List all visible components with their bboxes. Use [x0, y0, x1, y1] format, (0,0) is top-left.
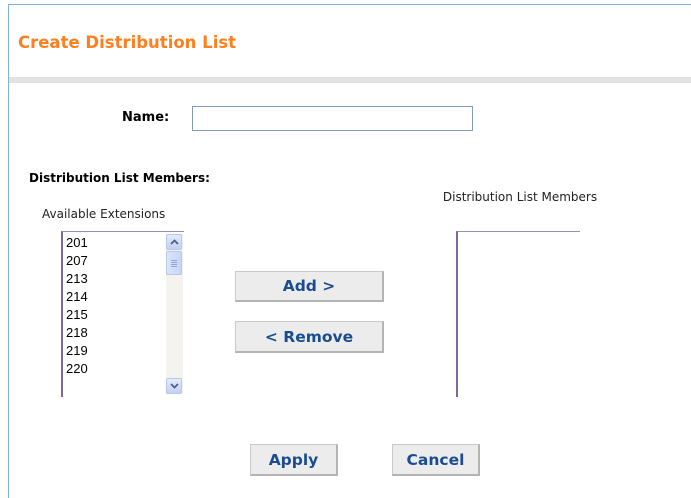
chevron-down-icon[interactable] [166, 378, 182, 394]
remove-button[interactable]: < Remove [235, 321, 384, 353]
name-input[interactable] [192, 106, 473, 131]
list-item[interactable]: 218 [66, 324, 88, 342]
list-scrollbar[interactable] [166, 234, 183, 394]
list-item[interactable]: 220 [66, 360, 88, 378]
title-divider [9, 77, 691, 83]
chevron-up-icon[interactable] [166, 234, 182, 250]
available-extensions-items: 201 207 213 214 215 218 219 220 [66, 234, 88, 378]
list-item[interactable]: 201 [66, 234, 88, 252]
members-list[interactable] [456, 231, 580, 397]
add-button[interactable]: Add > [235, 271, 384, 302]
available-extensions-list[interactable]: 201 207 213 214 215 218 219 220 [61, 231, 184, 397]
grip-icon [171, 259, 177, 267]
members-list-label: Distribution List Members [442, 190, 598, 204]
apply-button[interactable]: Apply [250, 444, 338, 476]
available-extensions-label: Available Extensions [42, 207, 166, 221]
page-title: Create Distribution List [18, 33, 237, 52]
cancel-button[interactable]: Cancel [392, 444, 480, 476]
list-item[interactable]: 215 [66, 306, 88, 324]
name-label: Name: [122, 110, 170, 125]
scrollbar-thumb[interactable] [166, 251, 182, 275]
list-item[interactable]: 214 [66, 288, 88, 306]
members-heading: Distribution List Members: [29, 171, 210, 185]
list-item[interactable]: 207 [66, 252, 88, 270]
list-item[interactable]: 213 [66, 270, 88, 288]
list-item[interactable]: 219 [66, 342, 88, 360]
